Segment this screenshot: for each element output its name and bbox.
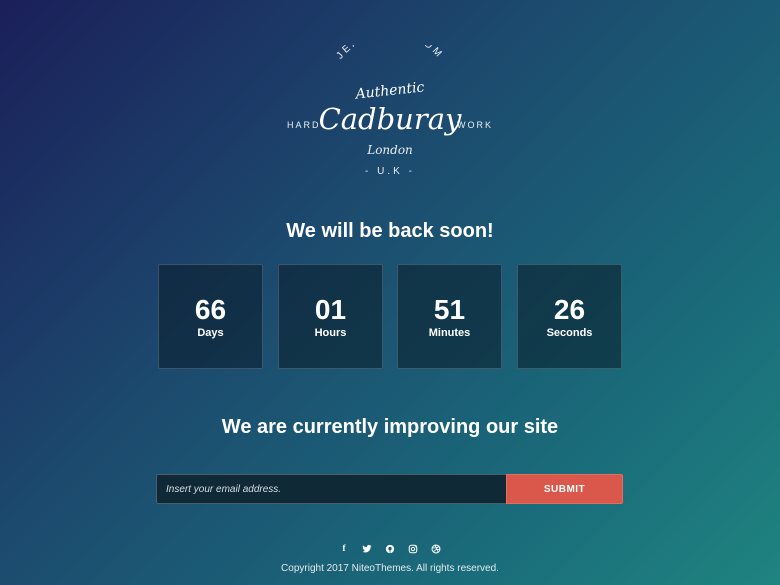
- logo-country: - U.K -: [365, 166, 415, 177]
- countdown-label: Hours: [314, 327, 347, 339]
- countdown-label: Minutes: [428, 327, 471, 339]
- countdown-label: Days: [197, 327, 224, 339]
- logo-brand-name: Cadburay: [318, 102, 462, 136]
- countdown-value: 66: [194, 294, 227, 325]
- social-links: f: [337, 541, 443, 555]
- page-headline: We will be back soon!: [286, 220, 494, 242]
- countdown-value: 01: [314, 294, 347, 325]
- logo-tagline: Authentic: [353, 79, 425, 102]
- instagram-icon[interactable]: [406, 541, 420, 555]
- logo-arc-text: JEANS CUSTOM: [334, 45, 442, 61]
- countdown-minutes: 51 Minutes: [397, 264, 502, 369]
- countdown-value: 26: [553, 294, 586, 325]
- facebook-icon[interactable]: f: [337, 541, 351, 555]
- dribbble-icon[interactable]: [429, 541, 443, 555]
- countdown-seconds: 26 Seconds: [517, 264, 622, 369]
- facebook-glyph: f: [342, 543, 346, 553]
- copyright-text: Copyright 2017 NiteoThemes. All rights r…: [281, 563, 499, 574]
- page-subheadline: We are currently improving our site: [221, 416, 559, 438]
- brand-logo: JEANS CUSTOM Authentic HARD WORK Cadbura…: [280, 45, 500, 185]
- countdown-value: 51: [433, 294, 466, 325]
- pinterest-icon[interactable]: [383, 541, 397, 555]
- logo-city: London: [367, 143, 413, 157]
- subscribe-form: SUBMIT: [156, 474, 623, 504]
- svg-text:JEANS CUSTOM: JEANS CUSTOM: [334, 45, 445, 61]
- countdown-hours: 01 Hours: [278, 264, 383, 369]
- countdown-timer: 66 Days 01 Hours 51 Minutes 26 Seconds: [158, 264, 622, 369]
- page: JEANS CUSTOM Authentic HARD WORK Cadbura…: [0, 0, 780, 585]
- twitter-icon[interactable]: [360, 541, 374, 555]
- email-field[interactable]: [156, 474, 506, 504]
- countdown-days: 66 Days: [158, 264, 263, 369]
- submit-button[interactable]: SUBMIT: [506, 474, 623, 504]
- countdown-label: Seconds: [546, 327, 593, 339]
